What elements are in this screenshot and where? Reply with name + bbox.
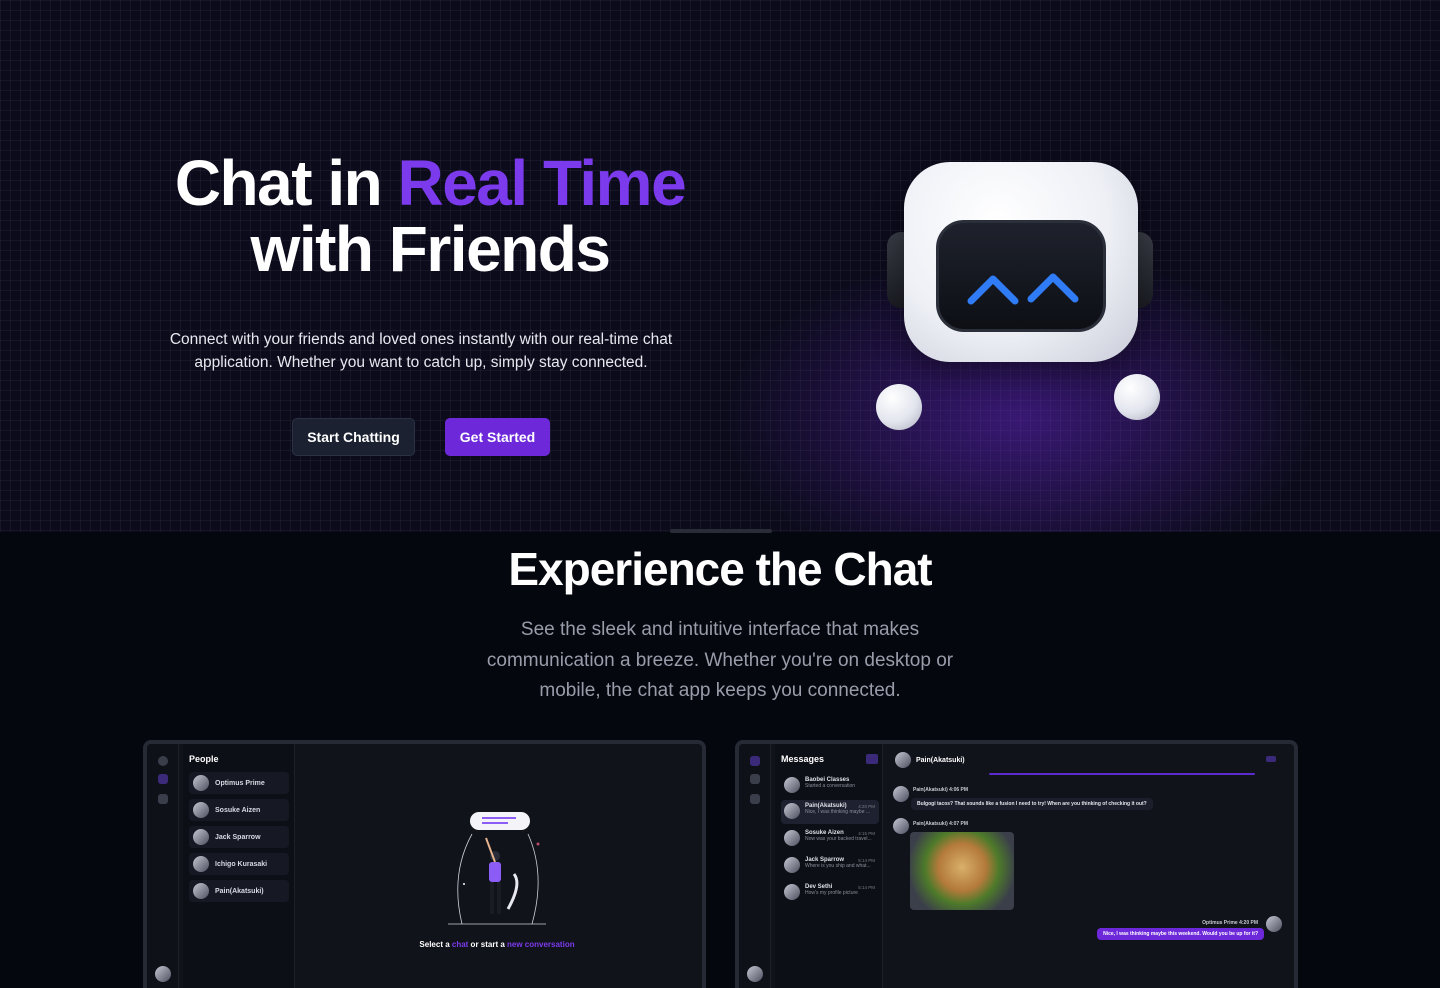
chat-time: 4:20 PM	[858, 804, 875, 809]
message-bubble-mine: Nice, I was thinking maybe this weekend.…	[1097, 928, 1264, 940]
messages-preview-frame: Messages Baobei Classes Started a conver…	[735, 740, 1298, 988]
user-avatar[interactable]	[747, 966, 763, 982]
person-name: Jack Sparrow	[215, 833, 261, 841]
avatar	[784, 803, 800, 819]
robot-eyes-icon	[967, 273, 1079, 305]
people-icon[interactable]	[158, 774, 168, 784]
start-chatting-button[interactable]: Start Chatting	[292, 418, 415, 456]
people-preview-frame: People Optimus Prime Sosuke Aizen Jack S…	[143, 740, 706, 988]
caption-text: or start a	[468, 940, 508, 949]
chat-time: 5:14 PM	[858, 885, 875, 890]
chat-preview: Nice, I was thinking maybe ...	[805, 809, 871, 815]
people-panel: People Optimus Prime Sosuke Aizen Jack S…	[183, 744, 295, 988]
robot-right-hand	[1114, 374, 1160, 420]
hero-title: Chat in Real Time with Friends	[130, 150, 730, 282]
chat-item[interactable]: Baobei Classes Started a conversation	[781, 774, 879, 798]
chat-item[interactable]: Pain(Akatsuki) Nice, I was thinking mayb…	[781, 800, 879, 824]
user-avatar[interactable]	[155, 966, 171, 982]
people-icon[interactable]	[750, 774, 760, 784]
person-name: Pain(Akatsuki)	[215, 887, 264, 895]
chat-meta: Dev Sethi How's my profile picture	[805, 884, 858, 896]
app-rail	[147, 744, 179, 988]
robot-visor	[936, 220, 1106, 332]
chat-preview: Now was your backed travel...	[805, 836, 872, 842]
hero-title-line2: with Friends	[250, 213, 611, 285]
chat-item[interactable]: Jack Sparrow Where is you ship and what.…	[781, 854, 879, 878]
person-item[interactable]: Optimus Prime	[189, 772, 289, 794]
person-item[interactable]: Sosuke Aizen	[189, 799, 289, 821]
new-conversation-link[interactable]: new conversation	[507, 940, 575, 949]
chat-item[interactable]: Dev Sethi How's my profile picture 5:14 …	[781, 881, 879, 905]
chat-time: 5:14 PM	[858, 858, 875, 863]
experience-title: Experience the Chat	[508, 543, 932, 595]
chat-preview: Where is you ship and what...	[805, 863, 871, 869]
person-name: Ichigo Kurasaki	[215, 860, 268, 868]
avatar	[893, 818, 909, 834]
chat-bubble-icon[interactable]	[158, 756, 168, 766]
robot-left-hand	[876, 384, 922, 430]
avatar	[193, 829, 209, 845]
hero-section: Chat in Real Time with Friends Connect w…	[0, 0, 1440, 532]
chat-meta: Baobei Classes Started a conversation	[805, 777, 855, 789]
chat-preview: How's my profile picture	[805, 890, 858, 896]
robot-illustration	[860, 150, 1180, 450]
conversation-pane: Pain(Akatsuki) Pain(Akatsuki) 4:06 PM Bu…	[889, 744, 1294, 988]
chat-item[interactable]: Sosuke Aizen Now was your backed travel.…	[781, 827, 879, 851]
avatar	[193, 856, 209, 872]
message-meta: Pain(Akatsuki) 4:07 PM	[913, 821, 969, 827]
messages-panel: Messages Baobei Classes Started a conver…	[775, 744, 883, 988]
taco-image[interactable]	[910, 832, 1014, 910]
avatar	[784, 830, 800, 846]
menu-icon[interactable]	[1266, 756, 1276, 762]
avatar	[895, 752, 911, 768]
person-name: Optimus Prime	[215, 779, 265, 787]
app-rail	[739, 744, 771, 988]
empty-state-illustration	[448, 812, 546, 925]
message-meta: Optimus Prime 4:20 PM	[1202, 920, 1258, 926]
hero-description: Connect with your friends and loved ones…	[169, 331, 673, 371]
chat-preview: Started a conversation	[805, 783, 856, 789]
experience-section: Experience the Chat See the sleek and in…	[0, 529, 1440, 988]
conversation-name: Pain(Akatsuki)	[916, 756, 965, 764]
message-meta: Pain(Akatsuki) 4:06 PM	[913, 787, 969, 793]
avatar	[1266, 916, 1282, 932]
chat-bubble-icon[interactable]	[750, 756, 760, 766]
conversation-divider	[989, 773, 1255, 775]
avatar	[893, 786, 909, 802]
avatar	[784, 777, 800, 793]
section-divider	[670, 529, 772, 533]
chat-time: 4:15 PM	[858, 831, 875, 836]
logout-icon[interactable]	[750, 794, 760, 804]
conversation-header: Pain(Akatsuki)	[895, 752, 965, 768]
avatar	[784, 884, 800, 900]
chat-link[interactable]: chat	[452, 940, 468, 949]
people-panel-title: People	[189, 754, 219, 764]
new-chat-icon[interactable]	[866, 754, 878, 764]
person-item[interactable]: Pain(Akatsuki)	[189, 880, 289, 902]
messages-panel-title: Messages	[781, 754, 825, 764]
person-item[interactable]: Ichigo Kurasaki	[189, 853, 289, 875]
message-bubble: Bulgogi tacos? That sounds like a fusion…	[911, 798, 1153, 810]
avatar	[193, 775, 209, 791]
hero-title-accent: Real Time	[397, 147, 686, 219]
hero-title-plain: Chat in	[174, 147, 398, 219]
avatar	[193, 802, 209, 818]
caption-text: Select a	[419, 940, 452, 949]
avatar	[193, 883, 209, 899]
avatar	[784, 857, 800, 873]
get-started-button[interactable]: Get Started	[445, 418, 550, 456]
experience-description: See the sleek and intuitive interface th…	[486, 619, 954, 701]
person-name: Sosuke Aizen	[215, 806, 261, 814]
logout-icon[interactable]	[158, 794, 168, 804]
person-item[interactable]: Jack Sparrow	[189, 826, 289, 848]
empty-state-caption: Select a chat or start a new conversatio…	[347, 940, 647, 949]
